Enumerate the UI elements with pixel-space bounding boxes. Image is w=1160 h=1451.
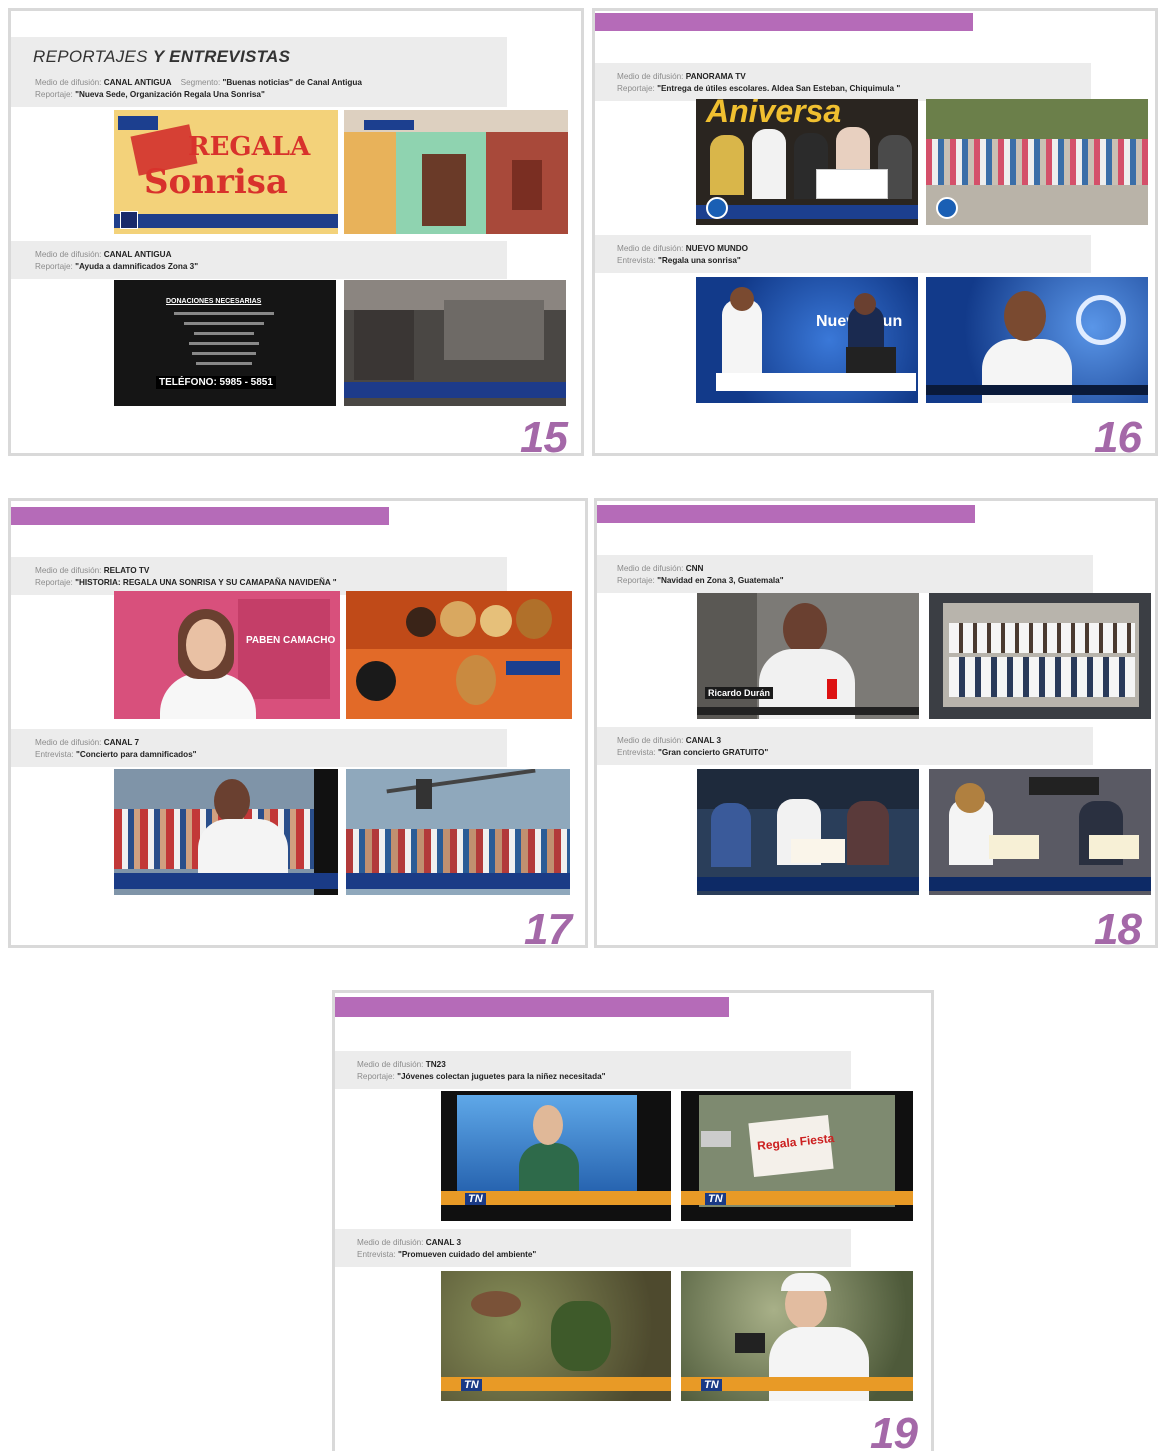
news-photo	[114, 769, 338, 895]
page-19: Medio de difusión: TN23 Reportaje: "Jóve…	[332, 990, 934, 1451]
page-number: 15	[520, 413, 568, 456]
news-photo	[929, 769, 1151, 895]
news-photo: Regala Fiesta TN	[681, 1091, 913, 1221]
name-caption: Ricardo Durán	[705, 687, 774, 699]
news-photo	[346, 769, 570, 895]
news-photo: TN	[441, 1091, 671, 1221]
item-meta: Medio de difusión: TN23 Reportaje: "Jóve…	[357, 1060, 606, 1081]
news-photo	[926, 99, 1148, 225]
page-16: Medio de difusión: PANORAMA TV Reportaje…	[592, 8, 1158, 456]
sign-text: PABEN CAMACHO	[246, 635, 336, 646]
news-photo	[344, 280, 566, 406]
channel-logo: TN	[465, 1193, 486, 1205]
item-meta: Medio de difusión: RELATO TV Reportaje: …	[35, 566, 337, 587]
header-bar	[335, 997, 729, 1017]
news-photo: TN	[681, 1271, 913, 1401]
item-meta: Medio de difusión: CANAL 3 Entrevista: "…	[357, 1238, 537, 1259]
item-meta: Medio de difusión: CANAL ANTIGUA Segment…	[35, 78, 362, 99]
news-photo: TN	[441, 1271, 671, 1401]
channel-logo: TN	[701, 1379, 722, 1391]
page-15: REPORTAJES Y ENTREVISTAS Medio de difusi…	[8, 8, 584, 456]
news-photo	[344, 110, 568, 234]
channel-logo: TN	[705, 1193, 726, 1205]
news-photo: Ricardo Durán	[697, 593, 919, 719]
page-17: Medio de difusión: RELATO TV Reportaje: …	[8, 498, 588, 948]
page-18: Medio de difusión: CNN Reportaje: "Navid…	[594, 498, 1158, 948]
item-meta: Medio de difusión: CNN Reportaje: "Navid…	[617, 564, 784, 585]
header-bar	[597, 505, 975, 523]
banner-text: Aniversa	[706, 99, 842, 129]
header-bar	[11, 507, 389, 525]
item-meta: Medio de difusión: NUEVO MUNDO Entrevist…	[617, 244, 749, 265]
item-meta: Medio de difusión: CANAL ANTIGUA Reporta…	[35, 250, 199, 271]
item-meta: Medio de difusión: PANORAMA TV Reportaje…	[617, 72, 901, 93]
phone-text: TELÉFONO: 5985 - 5851	[156, 376, 276, 389]
page-number: 18	[1094, 905, 1142, 948]
news-photo: PABEN CAMACHO	[114, 591, 340, 719]
page-number: 16	[1094, 413, 1142, 456]
item-meta: Medio de difusión: CANAL 7 Entrevista: "…	[35, 738, 197, 759]
page-title: REPORTAJES Y ENTREVISTAS	[33, 47, 291, 66]
page-number: 17	[524, 905, 572, 948]
news-photo	[926, 277, 1148, 403]
news-photo: DONACIONES NECESARIAS TELÉFONO: 5985 - 5…	[114, 280, 336, 406]
channel-logo: TN	[461, 1379, 482, 1391]
logo-text: Sonrisa	[144, 162, 288, 202]
item-meta: Medio de difusión: CANAL 3 Entrevista: "…	[617, 736, 769, 757]
news-photo	[697, 769, 919, 895]
news-photo	[929, 593, 1151, 719]
news-photo: Aniversa	[696, 99, 918, 225]
logo-text: REGALA	[188, 132, 311, 162]
donations-text: DONACIONES NECESARIAS	[166, 298, 262, 305]
header-bar	[595, 13, 973, 31]
news-photo	[346, 591, 572, 719]
page-number: 19	[870, 1409, 918, 1451]
news-photo: Nuevo Mun	[696, 277, 918, 403]
news-photo: REGALA Sonrisa	[114, 110, 338, 234]
